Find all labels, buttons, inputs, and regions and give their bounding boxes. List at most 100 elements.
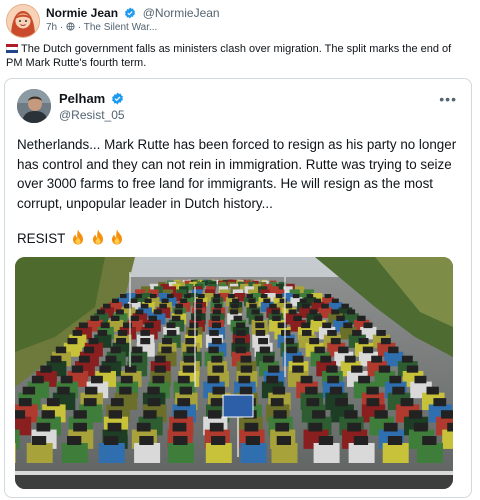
tractor-cab-shape	[209, 422, 224, 432]
tractor-cab-shape	[22, 386, 36, 395]
tractor-cab-shape	[245, 436, 260, 445]
tractor-cab-shape	[320, 355, 332, 363]
tractor-cab-shape	[150, 294, 157, 299]
tractor-cab-shape	[192, 315, 202, 321]
tractor-shape	[313, 443, 340, 463]
tractor-cab-shape	[422, 436, 437, 445]
tractor-cab-shape	[167, 294, 174, 299]
tractor-cab-shape	[212, 386, 225, 395]
tractor-shape	[442, 429, 453, 449]
author-handle[interactable]: @Resist_05	[59, 108, 125, 122]
tractor-cab-shape	[211, 436, 226, 445]
author-name[interactable]: Normie Jean	[46, 6, 118, 20]
tractor-cab-shape	[239, 386, 253, 395]
tractor-cab-shape	[288, 309, 297, 315]
tractor-cab-shape	[50, 355, 62, 363]
tractor-shape	[134, 443, 161, 463]
tractor-cab-shape	[208, 410, 222, 419]
tractor-cab-shape	[111, 315, 120, 321]
tractor-cab-shape	[110, 398, 124, 407]
tractor-cab-shape	[286, 346, 297, 354]
resist-text: RESIST	[17, 231, 66, 246]
tractor-cab-shape	[143, 410, 157, 419]
tractor-cab-shape	[119, 386, 132, 395]
tractor-cab-shape	[246, 294, 253, 299]
tractor-cab-shape	[211, 338, 222, 345]
tractor-cab-shape	[228, 294, 235, 299]
tractor-shape	[15, 443, 16, 463]
tractor-cab-shape	[100, 322, 110, 329]
tractor-cab-shape	[175, 303, 183, 309]
tractor-cab-shape	[281, 330, 291, 336]
tractor-cab-shape	[67, 436, 82, 445]
post-time[interactable]: 7h	[46, 22, 57, 33]
separator-dot: ·	[77, 22, 82, 33]
tractor-cab-shape	[135, 309, 144, 315]
tractor-cab-shape	[140, 303, 149, 309]
tractor-cab-shape	[414, 375, 427, 384]
tractor-cab-shape	[275, 294, 283, 299]
tractor-shape	[61, 443, 88, 463]
tractor-cab-shape	[184, 294, 191, 299]
tractor-cab-shape	[104, 436, 119, 445]
post-image-tractor-protest[interactable]	[15, 257, 453, 489]
tractor-cab-shape	[72, 330, 83, 336]
tractor-cab-shape	[110, 346, 121, 354]
tractor-cab-shape	[302, 303, 310, 309]
tractor-cab-shape	[387, 436, 403, 445]
tractor-cab-shape	[331, 309, 340, 315]
tractor-cab-shape	[120, 375, 133, 384]
tractor-cab-shape	[147, 398, 161, 407]
tractor-cab-shape	[301, 322, 311, 329]
tractor-cab-shape	[212, 298, 220, 303]
author-handle[interactable]: @NormieJean	[143, 6, 220, 20]
tractor-cab-shape	[117, 330, 128, 336]
tractor-cab-shape	[189, 322, 199, 329]
tractor-cab-shape	[231, 303, 239, 309]
tractor-cab-shape	[341, 303, 349, 309]
tractor-cab-shape	[306, 294, 314, 299]
tractor-cab-shape	[194, 303, 203, 309]
tractor-cab-shape	[305, 386, 318, 395]
avatar[interactable]	[17, 89, 51, 123]
tractor-cab-shape	[401, 355, 413, 363]
tractor-cab-shape	[347, 309, 356, 315]
tractor-cab-shape	[139, 436, 154, 445]
tractor-cab-shape	[112, 298, 119, 303]
tractor-cab-shape	[374, 410, 388, 419]
avatar[interactable]	[6, 4, 40, 38]
tractor-cab-shape	[214, 303, 222, 309]
tractor-cab-shape	[212, 365, 224, 373]
tractor-cab-shape	[358, 375, 370, 384]
more-options-button[interactable]: •••	[439, 91, 457, 107]
separator-dot: ·	[59, 22, 64, 33]
author-name[interactable]: Pelham	[59, 91, 105, 106]
tractor-cab-shape	[73, 410, 87, 419]
tractor-cab-shape	[313, 315, 323, 321]
tractor-cab-shape	[185, 338, 196, 345]
channel-name[interactable]: The Silent War...	[84, 22, 158, 33]
tractor-cab-shape	[293, 315, 302, 321]
tractor-cab-shape	[55, 346, 67, 354]
tractor-cab-shape	[331, 298, 339, 303]
post-text: The Dutch government falls as ministers …	[6, 42, 468, 70]
tractor-cab-shape	[85, 386, 98, 395]
tractor-cab-shape	[426, 386, 439, 395]
tractor-cab-shape	[125, 365, 137, 373]
tractor-shape	[382, 443, 409, 463]
tractor-cab-shape	[240, 365, 253, 373]
tractor-cab-shape	[254, 315, 264, 321]
tractor-shape	[205, 443, 232, 463]
tractor-cab-shape	[57, 386, 70, 395]
tractor-shape	[98, 443, 125, 463]
tractor-cab-shape	[235, 338, 245, 345]
tractor-cab-shape	[357, 315, 366, 321]
quoted-post[interactable]: Pelham @Resist_05 ••• Netherlands... Mar…	[4, 78, 472, 498]
tractor-cab-shape	[326, 365, 338, 373]
tractor-cab-shape	[171, 315, 181, 321]
tractor-cab-shape	[210, 398, 224, 407]
tractor-cab-shape	[71, 365, 84, 373]
fire-icon	[110, 229, 124, 248]
tractor-cab-shape	[266, 375, 279, 384]
tractor-cab-shape	[318, 436, 334, 445]
